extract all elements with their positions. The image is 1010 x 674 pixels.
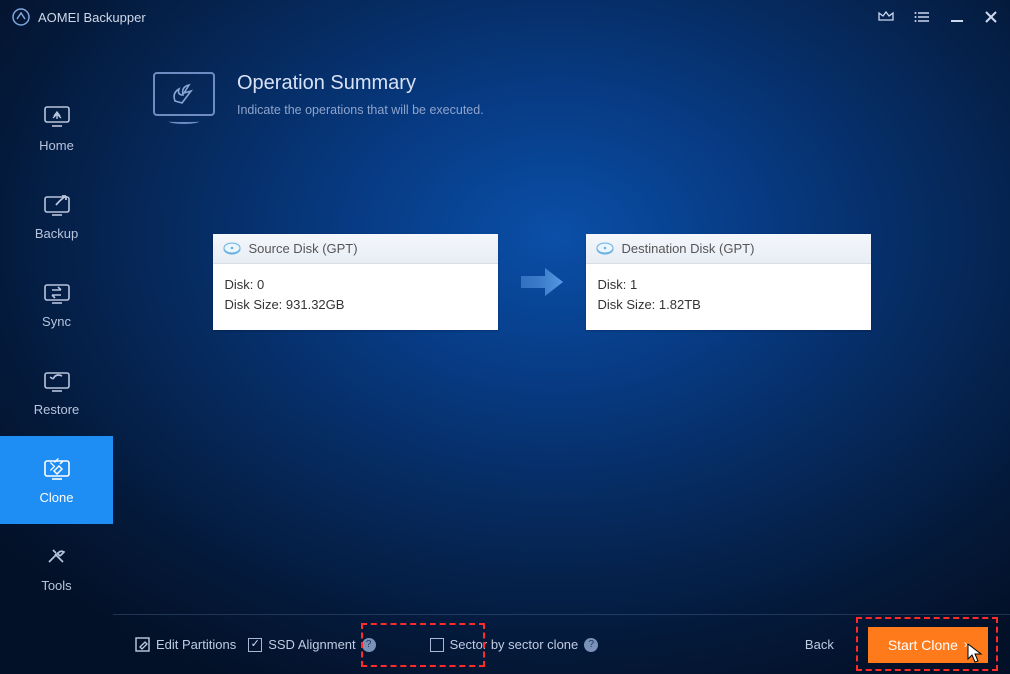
disk-icon	[596, 242, 614, 256]
help-icon[interactable]: ?	[584, 638, 598, 652]
home-icon	[42, 104, 72, 128]
source-disk-line1: Disk: 0	[225, 275, 486, 295]
sector-by-sector-checkbox[interactable]: Sector by sector clone ?	[430, 637, 599, 652]
edit-partitions-label: Edit Partitions	[156, 637, 236, 652]
page-title: Operation Summary	[237, 72, 484, 95]
bottom-toolbar: Edit Partitions SSD Alignment ? Sector b…	[113, 614, 1010, 674]
disk-summary-row: Source Disk (GPT) Disk: 0 Disk Size: 931…	[153, 234, 970, 330]
sidebar: Home Backup Sync Restore Clone Tools	[0, 34, 113, 674]
titlebar-left: AOMEI Backupper	[12, 8, 146, 26]
source-disk-title: Source Disk (GPT)	[249, 241, 358, 256]
header-icon-wrap	[153, 72, 215, 124]
main-content: Operation Summary Indicate the operation…	[113, 34, 1010, 674]
destination-disk-header: Destination Disk (GPT)	[586, 234, 871, 264]
close-icon[interactable]	[984, 10, 998, 24]
app-title: AOMEI Backupper	[38, 10, 146, 25]
sidebar-item-label: Clone	[40, 490, 74, 505]
backup-icon	[42, 192, 72, 216]
sidebar-item-label: Home	[39, 138, 74, 153]
sidebar-item-home[interactable]: Home	[0, 84, 113, 172]
ssd-alignment-checkbox[interactable]: SSD Alignment ?	[248, 637, 375, 652]
destination-disk-line2: Disk Size: 1.82TB	[598, 295, 859, 315]
monitor-stand-icon	[169, 119, 199, 124]
start-clone-label: Start Clone	[888, 637, 958, 653]
edit-icon	[135, 637, 150, 652]
restore-icon	[42, 368, 72, 392]
clone-icon	[42, 456, 72, 480]
sidebar-item-label: Backup	[35, 226, 78, 241]
sidebar-item-clone[interactable]: Clone	[0, 436, 113, 524]
tools-icon	[42, 544, 72, 568]
checkbox-icon	[430, 638, 444, 652]
sidebar-item-label: Sync	[42, 314, 71, 329]
summary-monitor-icon	[153, 72, 215, 116]
bottom-left-options: Edit Partitions SSD Alignment ? Sector b…	[135, 637, 598, 652]
app-window: AOMEI Backupper Home Backup Sync	[0, 0, 1010, 674]
minimize-icon[interactable]	[950, 10, 964, 24]
checkbox-icon	[248, 638, 262, 652]
source-disk-line2: Disk Size: 931.32GB	[225, 295, 486, 315]
app-logo-icon	[12, 8, 30, 26]
header-text: Operation Summary Indicate the operation…	[237, 72, 484, 117]
source-disk-body: Disk: 0 Disk Size: 931.32GB	[213, 264, 498, 330]
sector-by-sector-label: Sector by sector clone	[450, 637, 579, 652]
ssd-alignment-label: SSD Alignment	[268, 637, 355, 652]
sidebar-item-label: Tools	[41, 578, 71, 593]
crown-icon[interactable]	[878, 10, 894, 24]
sidebar-item-backup[interactable]: Backup	[0, 172, 113, 260]
destination-disk-body: Disk: 1 Disk Size: 1.82TB	[586, 264, 871, 330]
menu-list-icon[interactable]	[914, 10, 930, 24]
titlebar-controls	[878, 10, 998, 24]
destination-disk-title: Destination Disk (GPT)	[622, 241, 755, 256]
back-button[interactable]: Back	[805, 637, 834, 652]
titlebar: AOMEI Backupper	[0, 0, 1010, 34]
destination-disk-line1: Disk: 1	[598, 275, 859, 295]
sidebar-item-tools[interactable]: Tools	[0, 524, 113, 612]
start-clone-button[interactable]: Start Clone »	[868, 627, 988, 663]
help-icon[interactable]: ?	[362, 638, 376, 652]
page-header: Operation Summary Indicate the operation…	[153, 72, 970, 124]
chevron-right-icon: »	[964, 639, 968, 651]
sidebar-item-sync[interactable]: Sync	[0, 260, 113, 348]
source-disk-card[interactable]: Source Disk (GPT) Disk: 0 Disk Size: 931…	[213, 234, 498, 330]
page-subtitle: Indicate the operations that will be exe…	[237, 103, 484, 117]
sidebar-item-label: Restore	[34, 402, 80, 417]
source-disk-header: Source Disk (GPT)	[213, 234, 498, 264]
sync-icon	[42, 280, 72, 304]
edit-partitions-button[interactable]: Edit Partitions	[135, 637, 236, 652]
disk-icon	[223, 242, 241, 256]
body: Home Backup Sync Restore Clone Tools	[0, 34, 1010, 674]
arrow-icon	[514, 262, 570, 302]
destination-disk-card[interactable]: Destination Disk (GPT) Disk: 1 Disk Size…	[586, 234, 871, 330]
sidebar-item-restore[interactable]: Restore	[0, 348, 113, 436]
